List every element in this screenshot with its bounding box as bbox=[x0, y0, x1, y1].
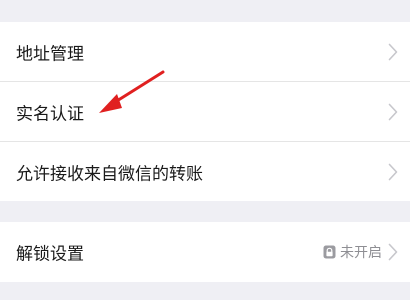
row-allow-wechat-transfer[interactable]: 允许接收来自微信的转账 bbox=[0, 142, 410, 201]
settings-group-2: 解锁设置 未开启 bbox=[0, 222, 410, 282]
top-gap bbox=[0, 0, 410, 22]
row-unlock-settings[interactable]: 解锁设置 未开启 bbox=[0, 222, 410, 281]
chevron-right-icon bbox=[388, 43, 398, 60]
chevron-right-icon bbox=[388, 103, 398, 120]
row-label-real-name: 实名认证 bbox=[16, 104, 84, 124]
unlock-status: 未开启 bbox=[323, 242, 382, 262]
row-label-wechat-transfer: 允许接收来自微信的转账 bbox=[16, 164, 203, 184]
unlock-status-text: 未开启 bbox=[340, 244, 382, 261]
chevron-right-icon bbox=[388, 243, 398, 260]
row-label-address: 地址管理 bbox=[16, 44, 84, 64]
row-address-management[interactable]: 地址管理 bbox=[0, 22, 410, 81]
row-real-name-verification[interactable]: 实名认证 bbox=[0, 82, 410, 141]
chevron-right-icon bbox=[388, 163, 398, 180]
lock-icon bbox=[323, 245, 336, 258]
settings-group-1: 地址管理 实名认证 允许接收来自微信的转账 bbox=[0, 22, 410, 201]
row-label-unlock: 解锁设置 bbox=[16, 244, 84, 264]
